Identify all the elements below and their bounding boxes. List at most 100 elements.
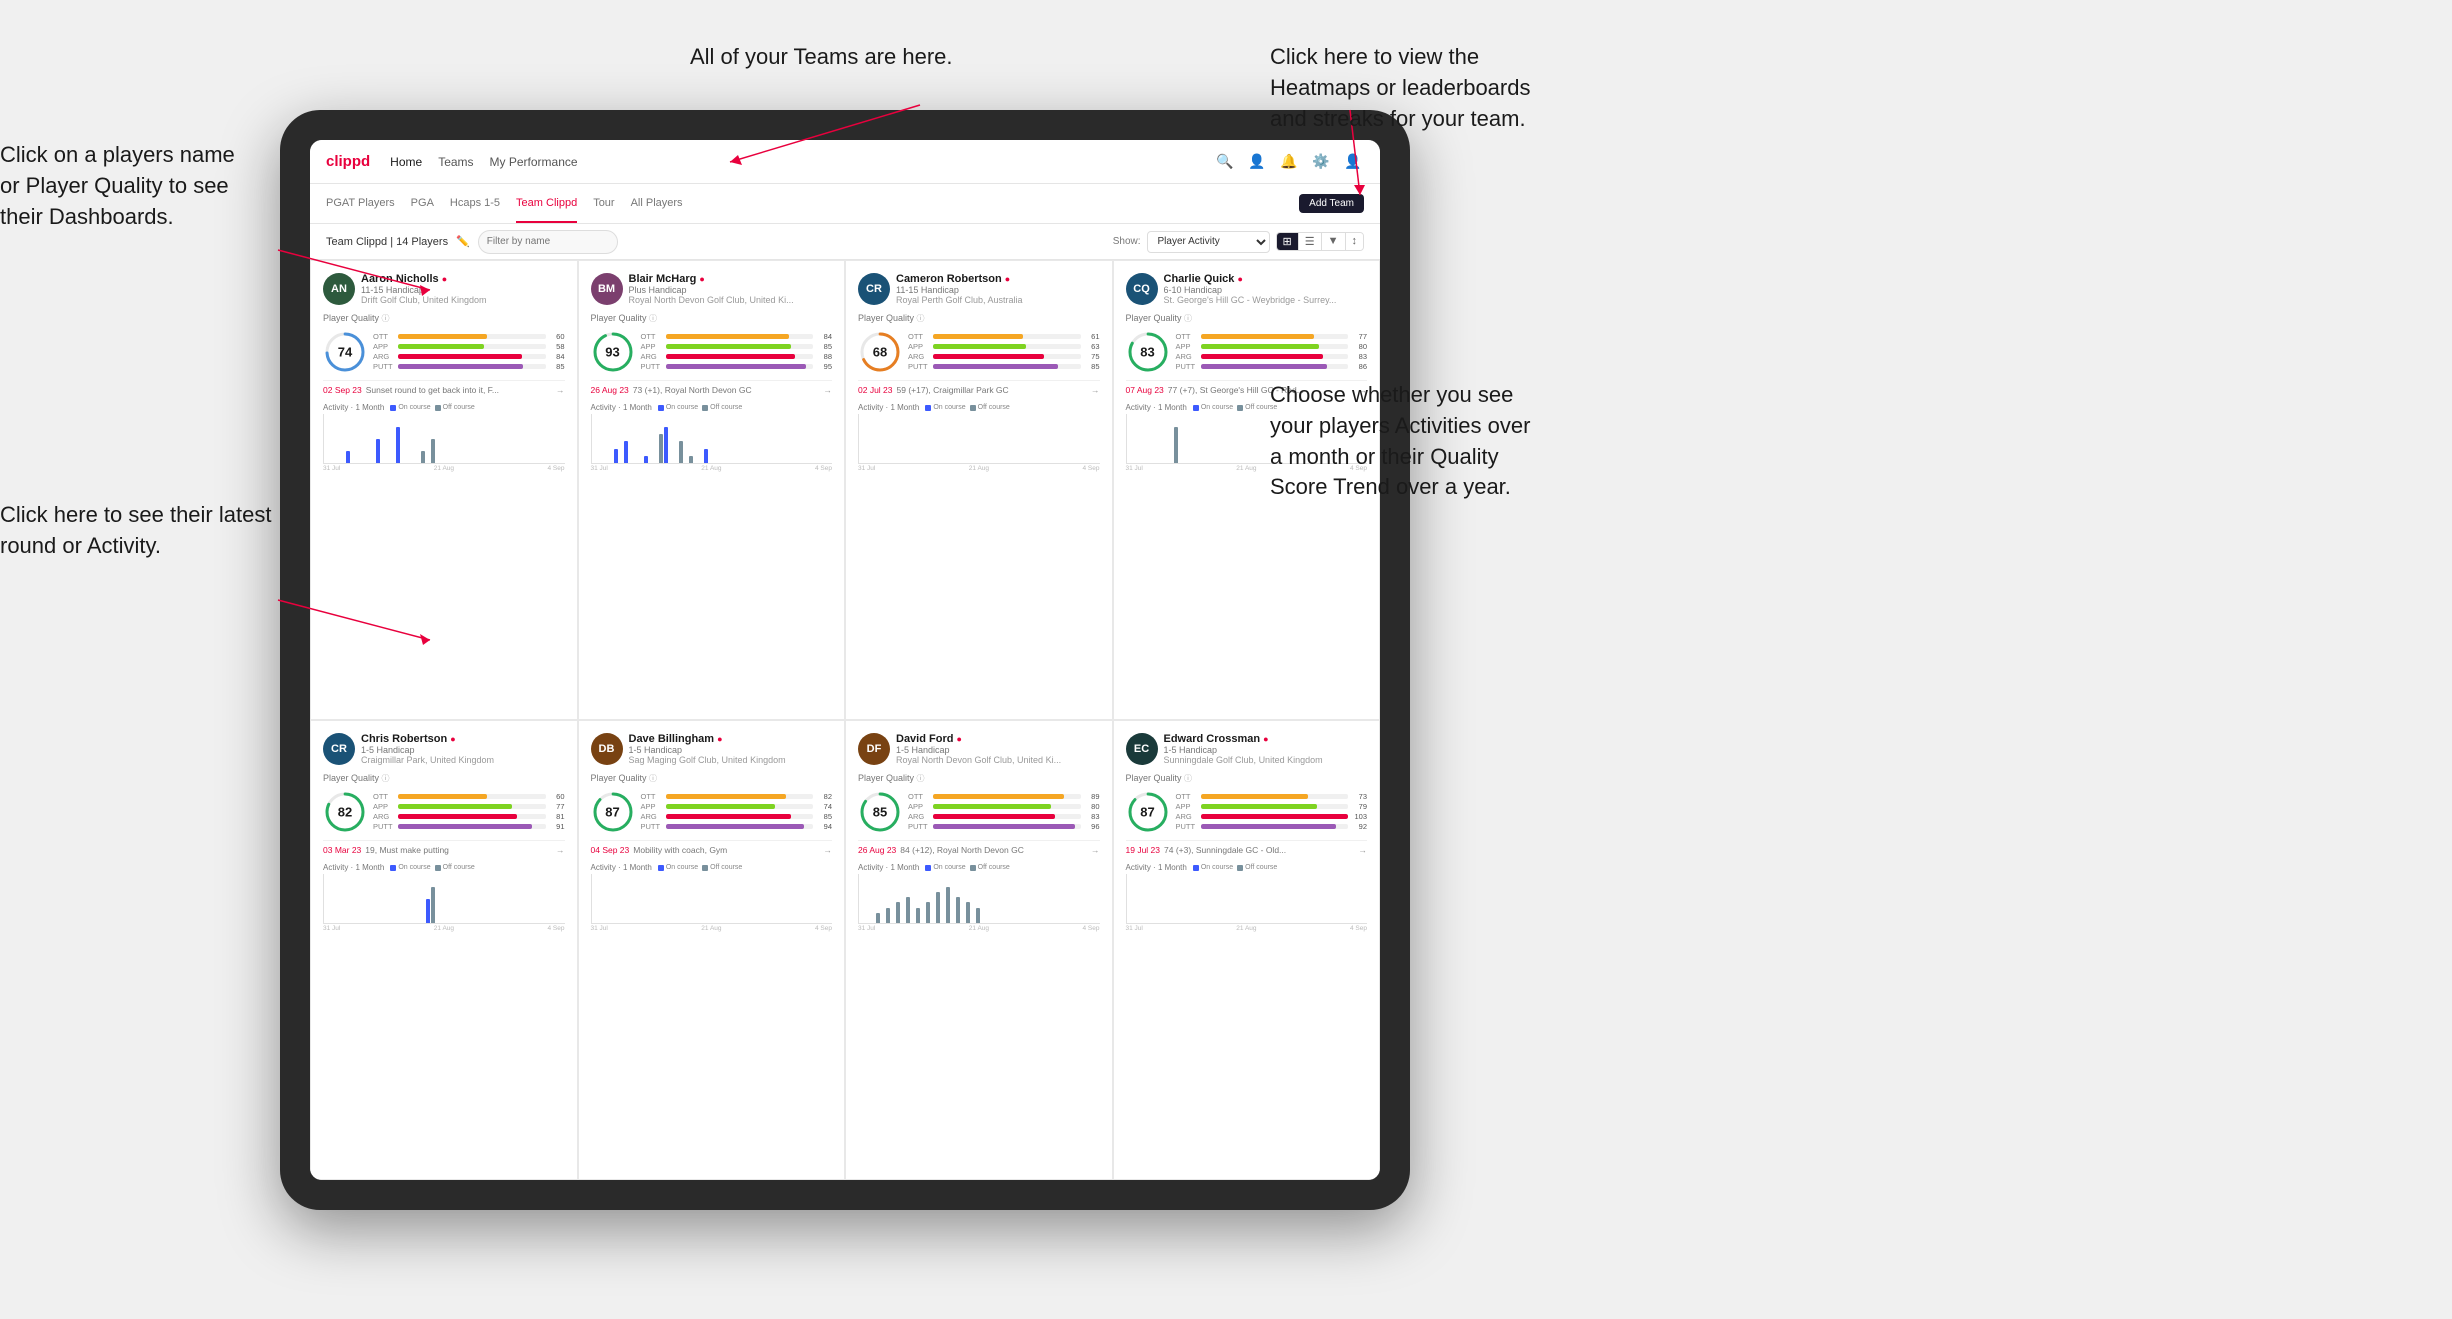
quality-label: Player Quality ⓘ — [1126, 773, 1368, 784]
chart-labels: 31 Jul 21 Aug 4 Sep — [323, 465, 565, 472]
teams-annotation: All of your Teams are here. — [690, 42, 953, 73]
round-arrow: → — [556, 845, 565, 855]
player-card-edward-crossman[interactable]: EC Edward Crossman ● 1-5 Handicap Sunnin… — [1114, 721, 1380, 1179]
show-label: Show: — [1113, 236, 1141, 247]
tab-pga[interactable]: PGA — [411, 184, 434, 223]
profile-icon[interactable]: 👤 — [1246, 151, 1268, 173]
player-card-chris-robertson[interactable]: CR Chris Robertson ● 1-5 Handicap Craigm… — [311, 721, 577, 1179]
view-toggle: ⊞ ☰ ▼ ↕ — [1276, 232, 1364, 251]
player-name[interactable]: David Ford ● — [896, 733, 1100, 745]
stat-row-arg: ARG 83 — [908, 812, 1100, 821]
quality-circle[interactable]: 68 — [858, 330, 902, 374]
quality-label: Player Quality ⓘ — [323, 773, 565, 784]
avatar-icon[interactable]: 👤 — [1342, 151, 1364, 173]
activity-section: Activity · 1 Month On course Off course — [1126, 863, 1368, 932]
player-card-david-ford[interactable]: DF David Ford ● 1-5 Handicap Royal North… — [846, 721, 1112, 1179]
stat-row-app: APP 79 — [1176, 802, 1368, 811]
quality-circle[interactable]: 82 — [323, 790, 367, 834]
quality-circle[interactable]: 83 — [1126, 330, 1170, 374]
player-name[interactable]: Edward Crossman ● — [1164, 733, 1368, 745]
add-team-button[interactable]: Add Team — [1299, 194, 1364, 213]
player-avatar: CQ — [1126, 273, 1158, 305]
grid-view-button[interactable]: ⊞ — [1277, 233, 1299, 250]
chart-labels: 31 Jul 21 Aug 4 Sep — [858, 465, 1100, 472]
round-arrow: → — [1091, 385, 1100, 395]
player-club: Drift Golf Club, United Kingdom — [361, 295, 565, 305]
player-header: EC Edward Crossman ● 1-5 Handicap Sunnin… — [1126, 733, 1368, 765]
latest-round[interactable]: 26 Aug 23 84 (+12), Royal North Devon GC… — [858, 840, 1100, 855]
tab-all-players[interactable]: All Players — [631, 184, 683, 223]
tab-tour[interactable]: Tour — [593, 184, 614, 223]
search-input[interactable] — [478, 230, 618, 254]
player-header: BM Blair McHarg ● Plus Handicap Royal No… — [591, 273, 833, 305]
quality-content: 93 OTT 84 APP 85 ARG — [591, 330, 833, 374]
round-arrow: → — [556, 385, 565, 395]
stat-row-arg: ARG 85 — [641, 812, 833, 821]
latest-round[interactable]: 04 Sep 23 Mobility with coach, Gym → — [591, 840, 833, 855]
sort-button[interactable]: ↕ — [1346, 233, 1364, 250]
tab-hcaps[interactable]: Hcaps 1-5 — [450, 184, 500, 223]
edit-icon[interactable]: ✏️ — [456, 235, 470, 248]
quality-label: Player Quality ⓘ — [591, 313, 833, 324]
filter-button[interactable]: ▼ — [1322, 233, 1346, 250]
quality-label: Player Quality ⓘ — [591, 773, 833, 784]
player-name[interactable]: Blair McHarg ● — [629, 273, 833, 285]
list-view-button[interactable]: ☰ — [1299, 233, 1322, 250]
player-club: Royal North Devon Golf Club, United Ki..… — [896, 755, 1100, 765]
player-card-blair-mcharg[interactable]: BM Blair McHarg ● Plus Handicap Royal No… — [579, 261, 845, 719]
nav-item-home[interactable]: Home — [390, 155, 422, 169]
show-select[interactable]: Player Activity Quality Score Trend — [1147, 231, 1270, 253]
player-avatar: EC — [1126, 733, 1158, 765]
latest-round[interactable]: 03 Mar 23 19, Must make putting → — [323, 840, 565, 855]
tab-pgat-players[interactable]: PGAT Players — [326, 184, 395, 223]
player-card-cameron-robertson[interactable]: CR Cameron Robertson ● 11-15 Handicap Ro… — [846, 261, 1112, 719]
stat-row-ott: OTT 82 — [641, 792, 833, 801]
player-header: CR Cameron Robertson ● 11-15 Handicap Ro… — [858, 273, 1100, 305]
quality-content: 83 OTT 77 APP 80 ARG — [1126, 330, 1368, 374]
latest-round[interactable]: 02 Sep 23 Sunset round to get back into … — [323, 380, 565, 395]
player-card-dave-billingham[interactable]: DB Dave Billingham ● 1-5 Handicap Sag Ma… — [579, 721, 845, 1179]
nav-item-teams[interactable]: Teams — [438, 155, 473, 169]
tab-team-clippd[interactable]: Team Clippd — [516, 184, 577, 223]
round-date: 03 Mar 23 — [323, 845, 361, 855]
notification-icon[interactable]: 🔔 — [1278, 151, 1300, 173]
player-name[interactable]: Cameron Robertson ● — [896, 273, 1100, 285]
settings-icon[interactable]: ⚙️ — [1310, 151, 1332, 173]
player-handicap: 11-15 Handicap — [896, 285, 1100, 295]
player-card-aaron-nicholls[interactable]: AN Aaron Nicholls ● 11-15 Handicap Drift… — [311, 261, 577, 719]
nav-item-my-performance[interactable]: My Performance — [490, 155, 578, 169]
player-name[interactable]: Aaron Nicholls ● — [361, 273, 565, 285]
logo[interactable]: clippd — [326, 153, 370, 170]
latest-round[interactable]: 26 Aug 23 73 (+1), Royal North Devon GC … — [591, 380, 833, 395]
activity-chart — [591, 414, 833, 464]
latest-round[interactable]: 19 Jul 23 74 (+3), Sunningdale GC - Old.… — [1126, 840, 1368, 855]
stat-row-putt: PUTT 92 — [1176, 822, 1368, 831]
stat-row-ott: OTT 73 — [1176, 792, 1368, 801]
player-avatar: DB — [591, 733, 623, 765]
activity-chart — [323, 414, 565, 464]
quality-label: Player Quality ⓘ — [858, 313, 1100, 324]
round-date: 02 Jul 23 — [858, 385, 893, 395]
activity-section: Activity · 1 Month On course Off course — [858, 863, 1100, 932]
player-name[interactable]: Charlie Quick ● — [1164, 273, 1368, 285]
quality-circle[interactable]: 74 — [323, 330, 367, 374]
player-header: CQ Charlie Quick ● 6-10 Handicap St. Geo… — [1126, 273, 1368, 305]
player-avatar: AN — [323, 273, 355, 305]
quality-circle[interactable]: 87 — [1126, 790, 1170, 834]
stat-row-app: APP 80 — [1176, 342, 1368, 351]
search-icon[interactable]: 🔍 — [1214, 151, 1236, 173]
activity-chart — [591, 874, 833, 924]
chart-labels: 31 Jul 21 Aug 4 Sep — [591, 925, 833, 932]
quality-circle[interactable]: 85 — [858, 790, 902, 834]
activity-header: Activity · 1 Month On course Off course — [1126, 863, 1368, 872]
player-grid: AN Aaron Nicholls ● 11-15 Handicap Drift… — [310, 260, 1380, 1180]
player-name[interactable]: Dave Billingham ● — [629, 733, 833, 745]
activity-legend: On course Off course — [658, 864, 742, 871]
player-club: Sag Maging Golf Club, United Kingdom — [629, 755, 833, 765]
player-handicap: Plus Handicap — [629, 285, 833, 295]
activity-chart — [858, 874, 1100, 924]
quality-circle[interactable]: 93 — [591, 330, 635, 374]
quality-circle[interactable]: 87 — [591, 790, 635, 834]
player-name[interactable]: Chris Robertson ● — [361, 733, 565, 745]
latest-round[interactable]: 02 Jul 23 59 (+17), Craigmillar Park GC … — [858, 380, 1100, 395]
